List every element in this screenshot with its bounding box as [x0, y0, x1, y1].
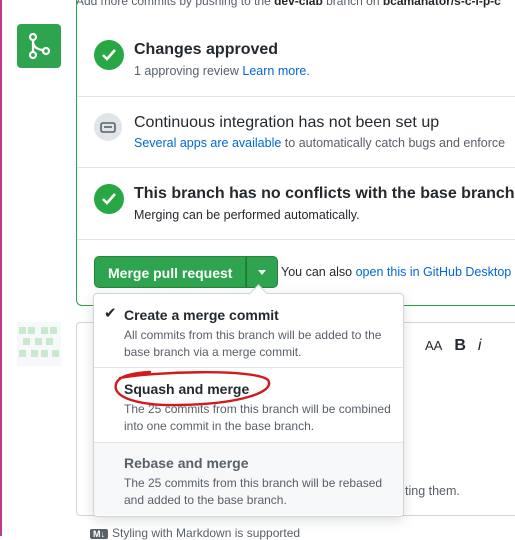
comment-hint: ting them.	[405, 484, 460, 498]
merge-button-group: Merge pull request	[94, 256, 279, 288]
merge-method-dropdown-button[interactable]	[246, 256, 279, 288]
check-circle-icon	[94, 184, 124, 214]
markdown-hint: M↓ Styling with Markdown is supported	[90, 526, 300, 540]
check-no-conflicts: This branch has no conflicts with the ba…	[77, 167, 515, 240]
menu-item-rebase-merge[interactable]: Rebase and merge The 25 commits from thi…	[94, 442, 403, 515]
option-title: Squash and merge	[124, 381, 250, 397]
open-desktop-link[interactable]: open this in GitHub Desktop	[356, 265, 512, 279]
approved-title: Changes approved	[134, 41, 279, 58]
desktop-hint: You can also open this in GitHub Desktop…	[281, 265, 515, 279]
check-circle-icon	[94, 40, 124, 70]
window-edge	[0, 0, 2, 536]
check-icon: ✔	[104, 305, 117, 322]
no-conflicts-desc: Merging can be performed automatically.	[134, 208, 360, 222]
bold-button[interactable]: B	[454, 337, 466, 354]
ci-icon	[94, 113, 122, 141]
avatar	[17, 322, 61, 366]
approved-desc: 1 approving review Learn more.	[134, 64, 310, 78]
option-title: Rebase and merge	[124, 455, 249, 471]
learn-more-link[interactable]: Learn more.	[242, 64, 309, 78]
merge-status-panel: Changes approved 1 approving review Lear…	[76, 0, 515, 306]
no-conflicts-title: This branch has no conflicts with the ba…	[134, 185, 515, 202]
editor-toolbar: AA Bi	[425, 337, 493, 355]
option-title: Create a merge commit	[124, 307, 279, 323]
git-merge-icon	[17, 24, 61, 68]
italic-button[interactable]: i	[478, 337, 482, 354]
merge-pull-request-button[interactable]: Merge pull request	[94, 256, 247, 288]
menu-item-merge-commit[interactable]: ✔ Create a merge commit All commits from…	[94, 294, 403, 367]
chevron-down-icon	[258, 270, 267, 275]
merge-method-menu: ✔ Create a merge commit All commits from…	[93, 293, 404, 517]
option-desc: The 25 commits from this branch will be …	[124, 476, 383, 507]
ci-title: Continuous integration has not been set …	[134, 114, 440, 131]
several-apps-link[interactable]: Several apps are available	[134, 136, 281, 150]
check-approved: Changes approved 1 approving review Lear…	[77, 0, 515, 97]
ci-desc: Several apps are available to automatica…	[134, 136, 506, 150]
heading-button[interactable]: AA	[425, 338, 442, 353]
option-desc: The 25 commits from this branch will be …	[124, 402, 391, 433]
check-ci: Continuous integration has not been set …	[77, 96, 515, 168]
markdown-icon: M↓	[90, 529, 108, 539]
option-desc: All commits from this branch will be add…	[124, 328, 382, 359]
menu-item-squash-merge[interactable]: Squash and merge The 25 commits from thi…	[94, 367, 403, 442]
